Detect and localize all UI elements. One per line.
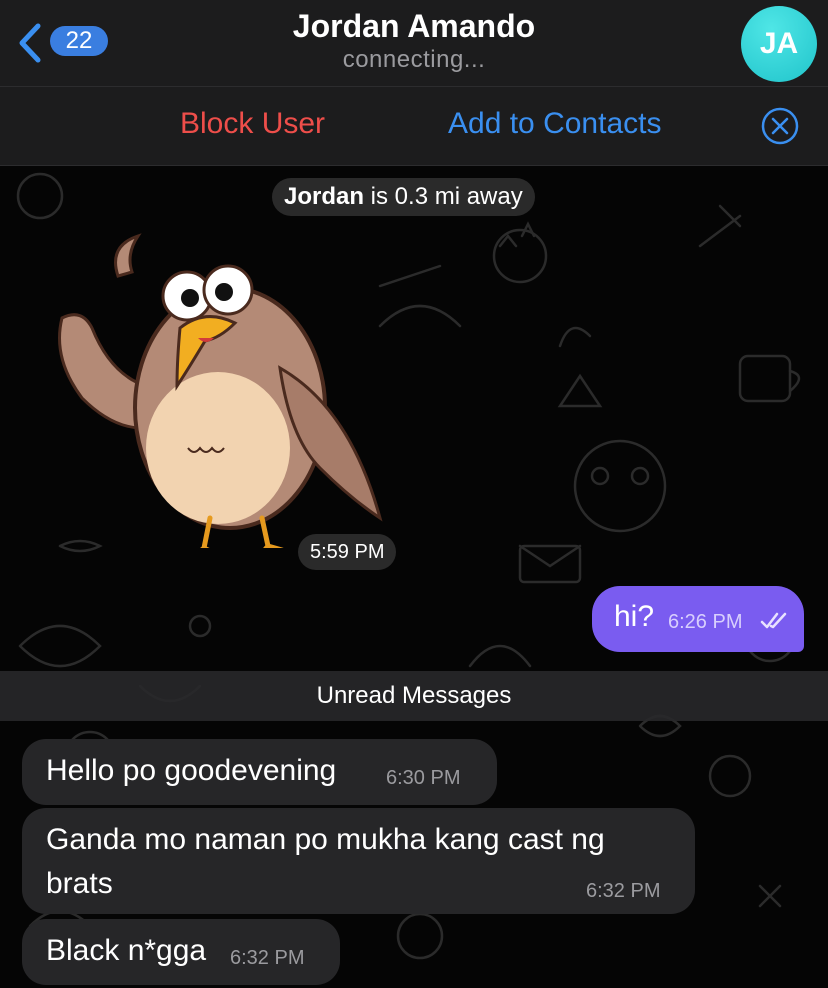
message-time: 6:30 PM [386,767,461,789]
incoming-message[interactable]: Black n*gga 6:32 PM [22,919,340,985]
message-text: hi? [614,600,655,633]
message-time: 6:26 PM [668,611,743,633]
chat-header: 22 Jordan Amando connecting... JA [0,0,828,87]
message-list[interactable]: Jordan is 0.3 mi away 5:59 PM hi? 6:26 P… [0,166,828,988]
outgoing-message[interactable]: hi? 6:26 PM [592,586,804,652]
double-check-icon [760,612,787,629]
add-to-contacts-button[interactable]: Add to Contacts [448,107,661,141]
distance-text: is 0.3 mi away [364,183,523,210]
message-time: 6:32 PM [586,880,661,902]
block-user-button[interactable]: Block User [180,107,325,141]
incoming-message[interactable]: Hello po goodevening 6:30 PM [22,739,497,805]
incoming-message[interactable]: Ganda mo naman po mukha kang cast ng bra… [22,808,695,914]
connection-status: connecting... [342,46,486,73]
message-time: 6:32 PM [230,947,305,969]
distance-user-name: Jordan [284,183,365,210]
contact-action-bar: Block User Add to Contacts [0,87,828,166]
message-text: Black n*gga [46,934,207,967]
sticker-timestamp: 5:59 PM [298,534,397,570]
chat-title[interactable]: Jordan Amando [0,8,828,45]
message-text-line-1: Ganda mo naman po mukha kang cast ng [46,823,605,856]
unread-messages-divider: Unread Messages [0,671,828,721]
distance-notice: Jordan is 0.3 mi away [272,178,535,216]
avatar[interactable]: JA [741,6,817,82]
close-circle-icon[interactable] [761,107,799,145]
message-text: Hello po goodevening [46,754,337,787]
message-text-line-2: brats [46,867,113,900]
owl-sticker[interactable] [40,218,400,548]
